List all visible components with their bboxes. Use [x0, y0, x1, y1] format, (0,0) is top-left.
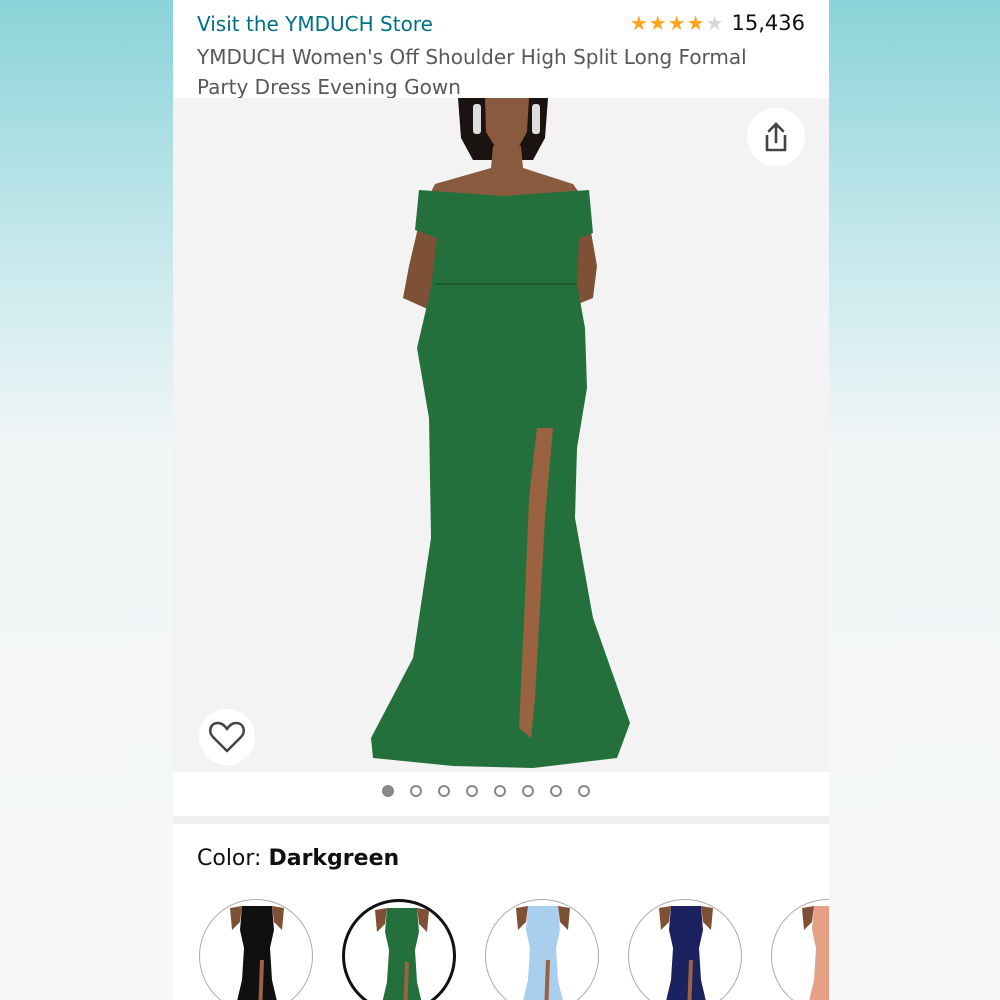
pagination-dot[interactable] — [578, 785, 590, 797]
review-count[interactable]: 15,436 — [732, 11, 805, 35]
pagination-dot[interactable] — [466, 785, 478, 797]
star-icon: ★ — [648, 11, 667, 35]
color-swatch[interactable] — [485, 899, 599, 1000]
heart-icon — [208, 721, 246, 753]
product-title: YMDUCH Women's Off Shoulder High Split L… — [197, 45, 747, 99]
product-image-gallery[interactable] — [173, 98, 829, 772]
color-swatch[interactable] — [771, 899, 829, 1000]
product-image — [371, 98, 630, 768]
pagination-dot[interactable] — [382, 785, 394, 797]
star-icon: ★ — [705, 11, 724, 35]
product-header: Visit the YMDUCH Store ★ ★ ★ ★ ★ 15,436 … — [173, 0, 829, 99]
pagination-dot[interactable] — [438, 785, 450, 797]
pagination-dot[interactable] — [410, 785, 422, 797]
product-page: Visit the YMDUCH Store ★ ★ ★ ★ ★ 15,436 … — [173, 0, 829, 1000]
wishlist-button[interactable] — [199, 709, 255, 765]
image-pagination — [173, 772, 829, 816]
swatch-thumbnail — [230, 906, 284, 1000]
swatch-thumbnail — [802, 906, 829, 1000]
pagination-dots — [382, 785, 590, 797]
rating-summary[interactable]: ★ ★ ★ ★ ★ 15,436 — [630, 11, 805, 35]
star-icon: ★ — [629, 11, 648, 35]
star-icon: ★ — [686, 11, 705, 35]
pagination-dot[interactable] — [522, 785, 534, 797]
color-label: Color: Darkgreen — [197, 846, 399, 871]
pagination-dot[interactable] — [494, 785, 506, 797]
color-swatch[interactable] — [342, 899, 456, 1000]
selected-color-value: Darkgreen — [268, 846, 400, 871]
color-selector: Color: Darkgreen — [173, 824, 829, 1000]
color-label-text: Color: — [197, 846, 269, 871]
pagination-dot[interactable] — [550, 785, 562, 797]
star-rating: ★ ★ ★ ★ ★ — [630, 12, 724, 34]
swatch-thumbnail — [375, 908, 429, 1000]
share-icon — [765, 122, 787, 152]
star-icon: ★ — [667, 11, 686, 35]
swatch-thumbnail — [659, 906, 713, 1000]
swatch-thumbnail — [516, 906, 570, 1000]
color-swatch[interactable] — [628, 899, 742, 1000]
color-swatch[interactable] — [199, 899, 313, 1000]
share-button[interactable] — [747, 108, 805, 166]
visit-store-link[interactable]: Visit the YMDUCH Store — [197, 12, 433, 36]
